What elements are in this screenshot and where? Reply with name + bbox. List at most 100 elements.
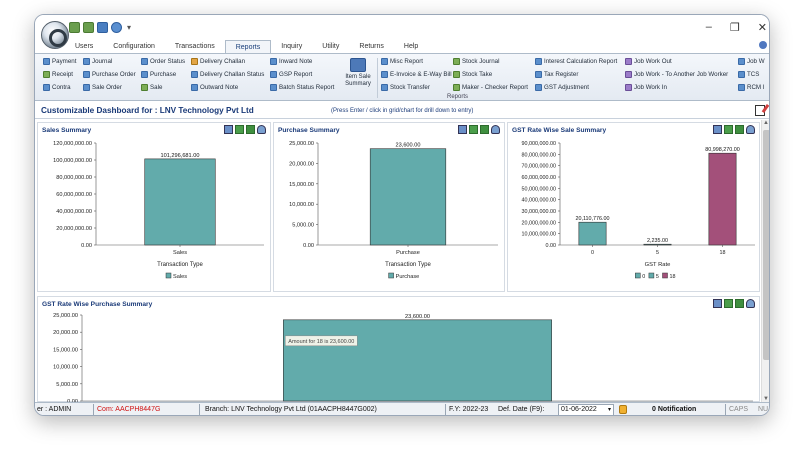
grid-view-icon[interactable] bbox=[458, 125, 467, 134]
contra-icon bbox=[43, 84, 50, 91]
ribbon-job-work-in[interactable]: Job Work In bbox=[625, 84, 667, 91]
menu-returns[interactable]: Returns bbox=[349, 40, 394, 53]
ribbon-delivery-challan-status[interactable]: Delivery Challan Status bbox=[191, 71, 264, 78]
open-icon[interactable] bbox=[97, 22, 108, 33]
menu-inquiry[interactable]: Inquiry bbox=[271, 40, 312, 53]
scroll-up-icon[interactable]: ▲ bbox=[763, 120, 769, 126]
chart-panel-gst-sale-summary[interactable]: GST Rate Wise Sale Summary 0.00 10,000,00… bbox=[507, 122, 760, 292]
ribbon-receipt[interactable]: Receipt bbox=[43, 71, 73, 78]
settings-icon[interactable] bbox=[746, 299, 755, 308]
ribbon-tax-register[interactable]: Tax Register bbox=[535, 71, 578, 78]
ribbon-sale-order[interactable]: Sale Order bbox=[83, 84, 122, 91]
export-excel-icon[interactable] bbox=[246, 125, 255, 134]
ribbon-stock-journal[interactable]: Stock Journal bbox=[453, 58, 500, 65]
status-num: NU bbox=[758, 406, 769, 413]
bar[interactable] bbox=[643, 243, 672, 246]
def-date-value: 01-06-2022 bbox=[561, 406, 597, 413]
refresh-icon[interactable] bbox=[724, 299, 733, 308]
x-tick-label: 18 bbox=[720, 250, 726, 256]
data-label: 101,296,681.00 bbox=[161, 153, 200, 159]
refresh-icon[interactable] bbox=[111, 22, 122, 33]
job-work-out-icon bbox=[625, 58, 632, 65]
ribbon-gst-adjustment[interactable]: GST Adjustment bbox=[535, 84, 589, 91]
grid-view-icon[interactable] bbox=[224, 125, 233, 134]
save-icon[interactable] bbox=[69, 22, 80, 33]
ribbon-purchase[interactable]: Purchase bbox=[141, 71, 176, 78]
ribbon-sale[interactable]: Sale bbox=[141, 84, 162, 91]
legend-swatch bbox=[662, 272, 668, 279]
menu-help[interactable]: Help bbox=[394, 40, 428, 53]
ribbon-journal[interactable]: Journal bbox=[83, 58, 112, 65]
ribbon-tcs[interactable]: TCS bbox=[738, 71, 759, 78]
chart-panel-sales-summary[interactable]: Sales Summary 0.00 20,000,000.00 40,000,00… bbox=[37, 122, 271, 292]
menu-transactions[interactable]: Transactions bbox=[165, 40, 225, 53]
settings-icon[interactable] bbox=[257, 125, 266, 134]
menu-reports[interactable]: Reports bbox=[224, 40, 272, 53]
ribbon-contra[interactable]: Contra bbox=[43, 84, 71, 91]
ribbon-job-work-another[interactable]: Job Work - To Another Job Worker bbox=[625, 71, 728, 78]
y-tick-label: 25,000.00 bbox=[53, 313, 78, 319]
ribbon-outward-note[interactable]: Outward Note bbox=[191, 84, 238, 91]
application-orb-button[interactable] bbox=[41, 21, 69, 49]
legend-swatch bbox=[635, 272, 641, 279]
ribbon-job-work-out[interactable]: Job Work Out bbox=[625, 58, 672, 65]
ribbon-inward-note[interactable]: Inward Note bbox=[270, 58, 312, 65]
scrollbar-thumb[interactable] bbox=[763, 130, 769, 360]
export-excel-icon[interactable] bbox=[735, 125, 744, 134]
close-button[interactable]: ✕ bbox=[758, 21, 767, 34]
ribbon-job-w[interactable]: Job W bbox=[738, 58, 765, 65]
menu-users[interactable]: Users bbox=[65, 40, 103, 53]
ribbon-rcm[interactable]: RCM I bbox=[738, 84, 765, 91]
grid-view-icon[interactable] bbox=[713, 299, 722, 308]
ribbon-gsp-report[interactable]: GSP Report bbox=[270, 71, 312, 78]
chart-panel-gst-purchase-summary[interactable]: GST Rate Wise Purchase Summary 0.00 5,000… bbox=[37, 296, 761, 403]
purchase-summary-chart[interactable]: 0.00 5,000.00 10,000.00 15,000.00 20,000.00 2… bbox=[274, 135, 506, 293]
refresh-icon[interactable] bbox=[469, 125, 478, 134]
bar[interactable] bbox=[578, 221, 607, 246]
help-icon[interactable] bbox=[759, 41, 767, 49]
bar[interactable] bbox=[369, 148, 447, 246]
ribbon-order-status[interactable]: Order Status bbox=[141, 58, 185, 65]
settings-icon[interactable] bbox=[746, 125, 755, 134]
refresh-icon[interactable] bbox=[724, 125, 733, 134]
print-icon[interactable] bbox=[83, 22, 94, 33]
minimize-button[interactable]: – bbox=[706, 21, 712, 34]
ribbon-payment[interactable]: Payment bbox=[43, 58, 76, 65]
bar[interactable] bbox=[283, 319, 552, 402]
export-excel-icon[interactable] bbox=[480, 125, 489, 134]
ribbon-misc-report[interactable]: Misc Report bbox=[381, 58, 423, 65]
status-notification[interactable]: 0 Notification bbox=[652, 406, 696, 413]
chart-panel-purchase-summary[interactable]: Purchase Summary 0.00 5,000.00 10,000.00 15… bbox=[273, 122, 505, 292]
ribbon-purchase-order[interactable]: Purchase Order bbox=[83, 71, 136, 78]
data-label: 20,110,776.00 bbox=[575, 216, 609, 222]
def-date-picker[interactable]: 01-06-2022 ▾ bbox=[558, 404, 614, 415]
edit-dashboard-icon[interactable] bbox=[755, 105, 765, 116]
menu-utility[interactable]: Utility bbox=[312, 40, 349, 53]
delivery-challan-icon bbox=[191, 58, 198, 65]
chevron-down-icon[interactable]: ▾ bbox=[608, 405, 611, 415]
ribbon-maker-checker-report[interactable]: Maker - Checker Report bbox=[453, 84, 528, 91]
ribbon-stock-take[interactable]: Stock Take bbox=[453, 71, 492, 78]
bar[interactable] bbox=[708, 152, 737, 246]
restore-button[interactable]: ❐ bbox=[730, 21, 740, 34]
export-excel-icon[interactable] bbox=[735, 299, 744, 308]
item-sale-summary-button[interactable]: Item Sale Summary bbox=[341, 58, 375, 98]
gst-purchase-summary-chart[interactable]: 0.005,000.0010,000.0015,000.0020,000.002… bbox=[38, 309, 761, 403]
refresh-icon[interactable] bbox=[235, 125, 244, 134]
job-work-another-icon bbox=[625, 71, 632, 78]
ribbon-batch-status-report[interactable]: Batch Status Report bbox=[270, 84, 334, 91]
ribbon-interest-calculation-report[interactable]: Interest Calculation Report bbox=[535, 58, 617, 65]
menu-configuration[interactable]: Configuration bbox=[103, 40, 165, 53]
sales-summary-chart[interactable]: 0.00 20,000,000.00 40,000,000.00 60,000,000… bbox=[38, 135, 272, 293]
gst-sale-summary-chart[interactable]: 0.00 10,000,000.00 20,000,000.00 30,000,000… bbox=[508, 135, 761, 293]
ribbon-stock-transfer[interactable]: Stock Transfer bbox=[381, 84, 430, 91]
notification-icon[interactable] bbox=[619, 405, 627, 414]
ribbon-delivery-challan[interactable]: Delivery Challan bbox=[191, 58, 245, 65]
vertical-scrollbar[interactable]: ▲ ▼ bbox=[761, 120, 769, 402]
bar[interactable] bbox=[144, 158, 216, 246]
tooltip-text: Amount for 18 is 23,600.00 bbox=[288, 339, 354, 345]
qat-more-icon[interactable]: ▾ bbox=[127, 22, 131, 33]
ribbon-e-invoice[interactable]: E-Invoice & E-Way Bill bbox=[381, 71, 452, 78]
settings-icon[interactable] bbox=[491, 125, 500, 134]
grid-view-icon[interactable] bbox=[713, 125, 722, 134]
